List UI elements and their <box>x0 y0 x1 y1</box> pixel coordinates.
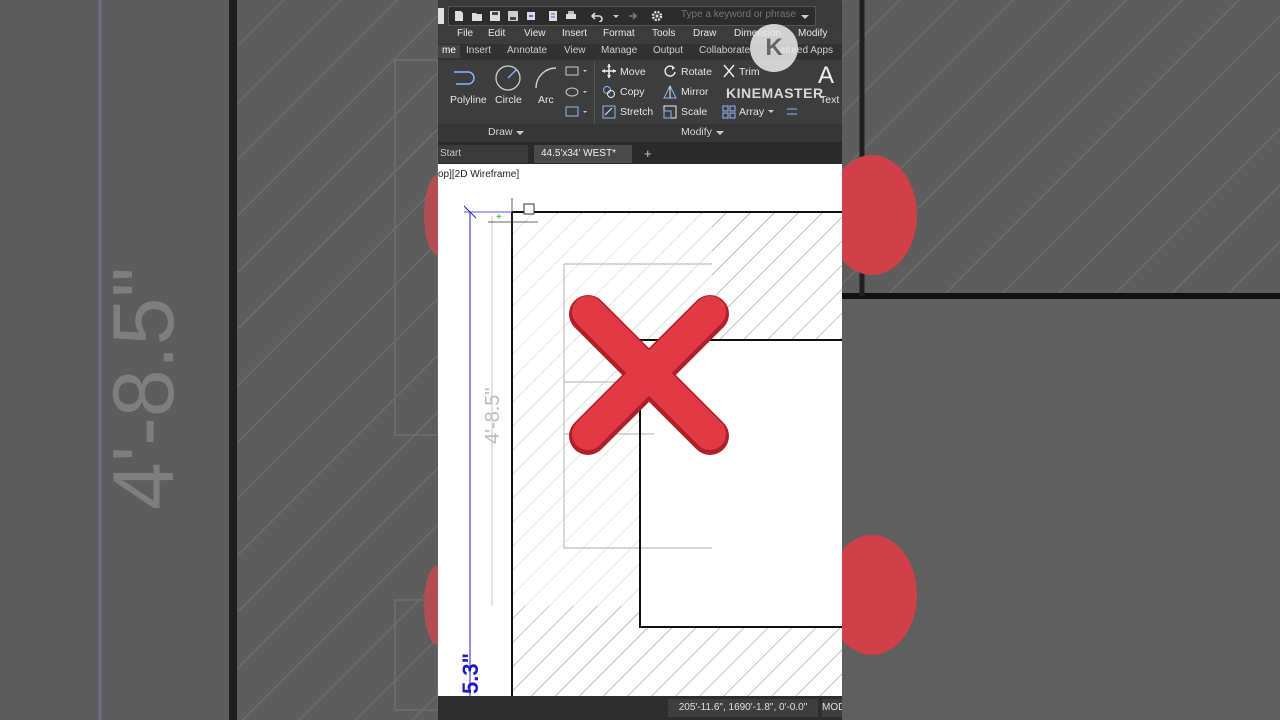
tab-annotate[interactable]: Annotate <box>507 45 547 56</box>
tab-drawing-label: 44.5'x34' WEST* <box>541 148 616 159</box>
right-blurred-background <box>842 0 1280 720</box>
trim-button[interactable]: Trim <box>739 66 760 78</box>
move-icon[interactable] <box>602 64 616 78</box>
modify-group-label[interactable]: Modify <box>681 126 712 138</box>
tab-insert[interactable]: Insert <box>466 45 491 56</box>
scale-button[interactable]: Scale <box>681 106 707 118</box>
chevron-down-icon[interactable] <box>801 10 809 22</box>
arc-icon[interactable] <box>532 64 560 92</box>
snap-plus-icon: + <box>496 212 502 223</box>
left-blur-drawing <box>98 0 438 720</box>
menu-edit[interactable]: Edit <box>488 28 505 39</box>
draw-shape-icons[interactable] <box>564 64 590 120</box>
mirror-button[interactable]: Mirror <box>681 86 708 98</box>
tab-output[interactable]: Output <box>653 45 683 56</box>
draw-group-label[interactable]: Draw <box>488 126 513 138</box>
mirror-icon[interactable] <box>663 85 677 99</box>
right-blur-drawing <box>842 0 1280 720</box>
drawing-viewport[interactable]: op][2D Wireframe] + 4'-8.5" 5.3" <box>438 164 842 696</box>
menu-modify[interactable]: Modify <box>798 28 827 39</box>
undo-icon[interactable] <box>591 10 603 22</box>
draw-group-chevron-icon[interactable] <box>516 130 524 136</box>
menu-format[interactable]: Format <box>603 28 635 39</box>
offset-icon[interactable] <box>785 105 799 119</box>
left-blur-dimension-text: 4'-8.5" <box>96 267 192 510</box>
app-menu-edge[interactable] <box>438 8 444 24</box>
dimension-text-left: 5.3" <box>458 652 483 694</box>
copy-icon[interactable] <box>602 85 616 99</box>
autocad-window: Type a keyword or phrase File Edit View … <box>438 0 842 720</box>
document-tabs: Start 44.5'x34' WEST* + <box>438 142 842 164</box>
circle-icon[interactable] <box>494 64 522 92</box>
redo-icon[interactable] <box>625 10 637 22</box>
kinemaster-watermark: KINEMASTER <box>726 85 824 101</box>
plot-icon[interactable] <box>547 10 559 22</box>
array-button[interactable]: Array <box>739 106 764 118</box>
status-bar: 205'-11.6", 1690'-1.8", 0'-0.0" MOD <box>438 696 842 720</box>
add-tab-button[interactable]: + <box>644 146 652 161</box>
tab-start[interactable]: Start <box>438 145 528 163</box>
rotate-button[interactable]: Rotate <box>681 66 712 78</box>
menu-insert[interactable]: Insert <box>562 28 587 39</box>
scale-icon[interactable] <box>663 105 677 119</box>
tab-view[interactable]: View <box>564 45 586 56</box>
print-icon[interactable] <box>565 10 577 22</box>
stretch-button[interactable]: Stretch <box>620 106 653 118</box>
search-input[interactable]: Type a keyword or phrase <box>681 9 801 21</box>
modify-group-chevron-icon[interactable] <box>716 130 724 136</box>
trim-icon[interactable] <box>722 64 736 78</box>
tab-start-label: Start <box>440 148 462 159</box>
faded-dimension-text: 4'-8.5" <box>482 387 504 444</box>
move-button[interactable]: Move <box>620 66 646 78</box>
coordinates-readout[interactable]: 205'-11.6", 1690'-1.8", 0'-0.0" <box>668 699 818 717</box>
publish-icon[interactable] <box>525 10 537 22</box>
save-icon[interactable] <box>489 10 501 22</box>
kinemaster-logo: K <box>750 24 798 72</box>
model-space-toggle[interactable]: MOD <box>822 699 842 717</box>
gear-icon[interactable] <box>651 10 663 22</box>
menu-view[interactable]: View <box>524 28 546 39</box>
tab-drawing[interactable]: 44.5'x34' WEST* <box>534 145 632 163</box>
polyline-button[interactable]: Polyline <box>450 94 487 106</box>
grip-square-icon[interactable] <box>523 203 535 215</box>
quick-access-toolbar: Type a keyword or phrase <box>438 0 842 28</box>
ribbon-panel: Polyline Circle Arc Move Copy Stretch Ro… <box>438 60 842 142</box>
rotate-icon[interactable] <box>663 64 677 78</box>
arc-button[interactable]: Arc <box>538 94 554 106</box>
tab-home[interactable]: me <box>438 45 460 58</box>
new-file-icon[interactable] <box>453 10 465 22</box>
undo-dropdown-icon[interactable] <box>613 10 619 22</box>
tab-collaborate[interactable]: Collaborate <box>699 45 750 56</box>
quick-access-bar: Type a keyword or phrase <box>448 6 816 26</box>
save-as-icon[interactable] <box>507 10 519 22</box>
tab-manage[interactable]: Manage <box>601 45 637 56</box>
menu-tools[interactable]: Tools <box>652 28 675 39</box>
array-dropdown-icon[interactable] <box>768 109 774 115</box>
copy-button[interactable]: Copy <box>620 86 645 98</box>
ribbon-separator <box>594 62 595 126</box>
stretch-icon[interactable] <box>602 105 616 119</box>
open-folder-icon[interactable] <box>471 10 483 22</box>
menu-file[interactable]: File <box>457 28 473 39</box>
menu-draw[interactable]: Draw <box>693 28 716 39</box>
circle-button[interactable]: Circle <box>495 94 522 106</box>
polyline-icon[interactable] <box>452 66 482 90</box>
left-blurred-background: 4'-8.5" <box>0 0 438 720</box>
array-icon[interactable] <box>722 105 736 119</box>
